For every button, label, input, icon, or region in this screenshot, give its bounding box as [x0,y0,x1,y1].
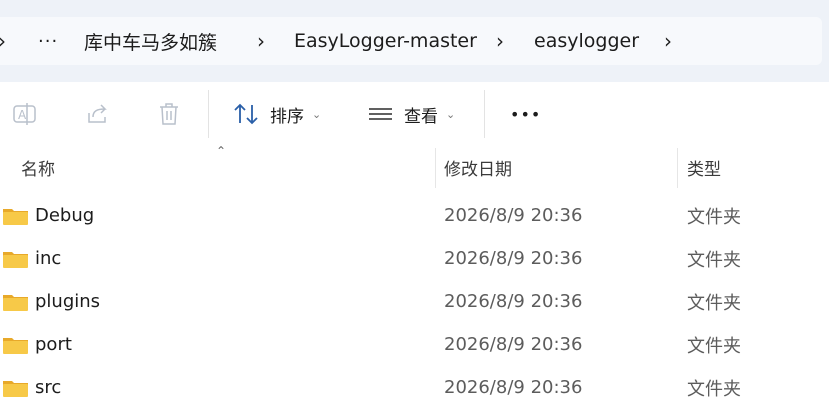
folder-icon [3,294,28,311]
file-date: 2026/8/9 20:36 [444,377,583,398]
file-row[interactable]: src 2026/8/9 20:36 文件夹 [0,366,829,409]
column-type[interactable]: 类型 [687,146,721,188]
share-icon [88,104,107,123]
sort-icon [234,103,258,125]
address-bar[interactable]: › ··· 库中车马多如簇 › EasyLogger-master › easy… [0,17,822,65]
more-options-button[interactable]: ••• [510,82,541,146]
file-name: inc [35,248,62,269]
column-date[interactable]: 修改日期 [444,146,512,188]
delete-button[interactable] [157,82,181,146]
column-header: ⌃ 名称 修改日期 类型 [0,144,829,188]
file-name: src [35,377,62,398]
column-divider[interactable] [677,148,678,188]
chevron-right-icon[interactable]: › [0,17,6,65]
file-name: plugins [35,291,101,312]
share-button[interactable] [85,82,111,146]
chevron-right-icon[interactable]: › [257,17,265,65]
more-icon: ••• [510,104,542,124]
sort-label: 排序 [270,106,304,127]
breadcrumb-item-root[interactable]: 库中车马多如簇 [84,17,217,65]
chevron-down-icon: ⌄ [446,107,456,121]
column-divider[interactable] [435,148,436,188]
command-bar: A 排序 ⌄ 查看 ⌄ ••• [0,82,829,146]
folder-icon [3,251,28,268]
toolbar-divider [208,90,209,138]
svg-text:A: A [18,108,27,122]
toolbar-divider [484,90,485,138]
file-date: 2026/8/9 20:36 [444,334,583,355]
sort-ascending-icon: ⌃ [216,144,227,158]
file-type: 文件夹 [687,249,741,271]
file-row[interactable]: port 2026/8/9 20:36 文件夹 [0,323,829,366]
column-name[interactable]: 名称 [21,146,55,188]
view-button[interactable]: 查看 ⌄ [368,82,455,146]
file-type: 文件夹 [687,292,741,314]
folder-icon [3,337,28,354]
trash-icon [160,103,178,125]
view-list-icon [369,108,392,120]
chevron-right-icon[interactable]: › [664,17,672,65]
chevron-right-icon[interactable]: › [496,17,504,65]
breadcrumb-item-easylogger[interactable]: easylogger [534,17,639,65]
chevron-down-icon: ⌄ [312,107,322,121]
file-date: 2026/8/9 20:36 [444,248,583,269]
file-row[interactable]: plugins 2026/8/9 20:36 文件夹 [0,280,829,323]
file-type: 文件夹 [687,335,741,357]
file-name: port [35,334,72,355]
file-date: 2026/8/9 20:36 [444,205,583,226]
file-row[interactable]: Debug 2026/8/9 20:36 文件夹 [0,194,829,237]
file-name: Debug [35,205,95,226]
breadcrumb-overflow-button[interactable]: ··· [38,17,58,65]
file-type: 文件夹 [687,378,741,400]
folder-icon [3,380,28,397]
breadcrumb-item-easylogger-master[interactable]: EasyLogger-master [294,17,477,65]
view-label: 查看 [404,106,438,127]
file-type: 文件夹 [687,206,741,228]
folder-icon [3,208,28,225]
rename-button[interactable]: A [12,82,38,146]
sort-button[interactable]: 排序 ⌄ [232,82,321,146]
file-row[interactable]: inc 2026/8/9 20:36 文件夹 [0,237,829,280]
file-date: 2026/8/9 20:36 [444,291,583,312]
rename-icon: A [13,103,36,125]
